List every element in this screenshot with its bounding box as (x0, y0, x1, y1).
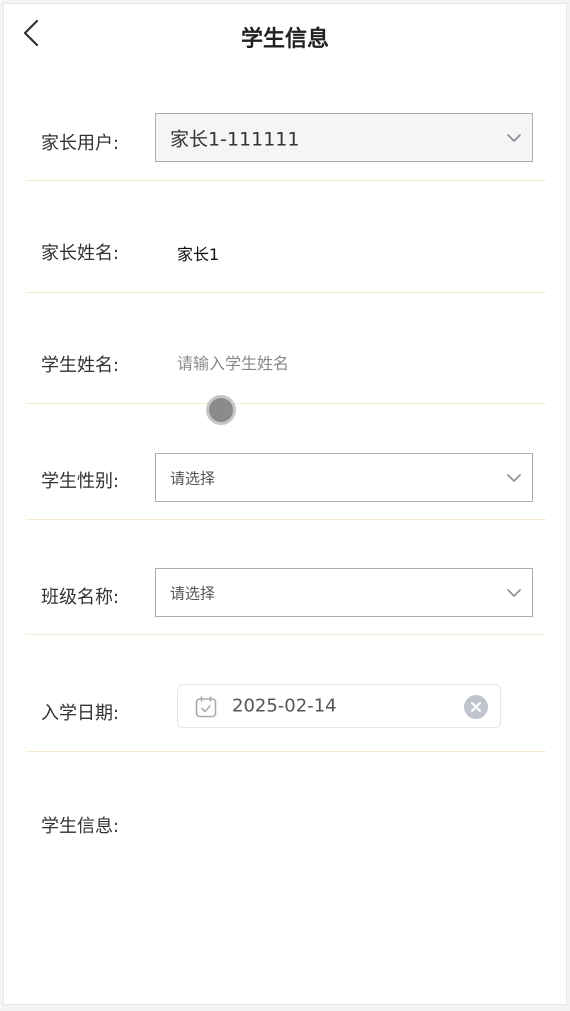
chevron-down-icon (506, 473, 522, 483)
form-row-student-gender: 学生性别: 请选择 (26, 404, 546, 520)
enroll-date-value: 2025-02-14 (232, 695, 337, 717)
parent-name-value: 家长1 (177, 245, 220, 264)
form-row-parent-user: 家长用户: 家长1-111111 (26, 66, 546, 181)
form-row-parent-name: 家长姓名: 家长1 (26, 181, 546, 293)
enroll-date-label: 入学日期: (41, 703, 120, 724)
class-name-label: 班级名称: (41, 587, 120, 608)
student-gender-select[interactable]: 请选择 (155, 453, 533, 502)
form-row-student-info: 学生信息: (26, 752, 546, 872)
enroll-date-picker[interactable]: 2025-02-14 (177, 684, 501, 728)
page-title: 学生信息 (240, 27, 329, 52)
student-name-input[interactable] (174, 348, 480, 378)
header: 学生信息 (4, 4, 566, 66)
form-row-enroll-date: 入学日期: 2025-02-14 (26, 635, 546, 752)
student-gender-value: 请选择 (170, 469, 216, 487)
chevron-down-icon (506, 133, 522, 143)
student-info-label: 学生信息: (41, 816, 120, 837)
parent-user-select[interactable]: 家长1-111111 (155, 113, 533, 162)
parent-user-label: 家长用户: (41, 133, 120, 154)
student-gender-label: 学生性别: (41, 471, 120, 492)
parent-user-value: 家长1-111111 (170, 128, 300, 150)
app-frame: 学生信息 家长用户: 家长1-111111 家长姓名: 家长1 学生姓名: 学生… (3, 3, 567, 1005)
class-name-value: 请选择 (170, 584, 216, 602)
calendar-icon (194, 695, 218, 719)
class-name-select[interactable]: 请选择 (155, 568, 533, 617)
chevron-down-icon (506, 588, 522, 598)
touch-indicator (206, 395, 236, 425)
form-row-class-name: 班级名称: 请选择 (26, 520, 546, 635)
clear-icon[interactable] (463, 694, 489, 720)
parent-name-label: 家长姓名: (41, 243, 120, 264)
student-name-label: 学生姓名: (41, 355, 120, 376)
form-row-student-name: 学生姓名: (26, 293, 546, 404)
